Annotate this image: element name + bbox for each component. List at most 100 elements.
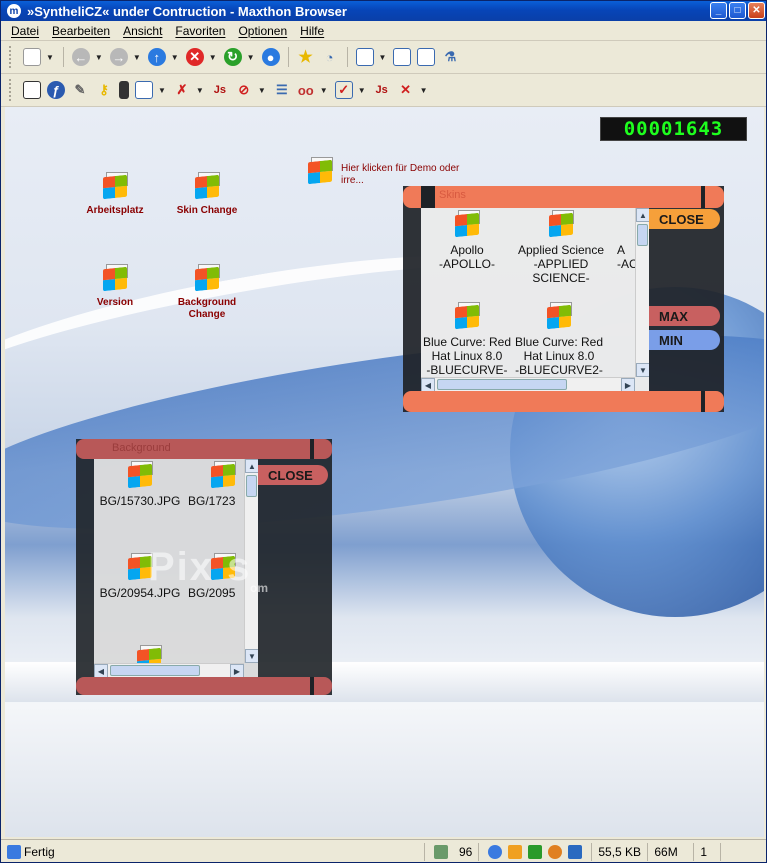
menu-datei[interactable]: Datei — [11, 24, 39, 38]
windows-logo-icon — [308, 159, 332, 185]
javascript-icon[interactable]: Js — [211, 81, 229, 99]
ad-hunter-icon[interactable] — [528, 844, 543, 859]
forward-icon[interactable]: → — [109, 48, 128, 66]
cookie-icon[interactable]: oo — [297, 81, 315, 99]
menu-favoriten[interactable]: Favoriten — [175, 24, 225, 38]
layout-dropdown-icon[interactable]: ▼ — [379, 53, 387, 62]
windows-logo-icon — [455, 212, 479, 238]
check-dropdown-icon[interactable]: ▼ — [358, 86, 366, 95]
page-size: 55,5 KB — [591, 842, 647, 861]
proxy-icon[interactable] — [568, 844, 583, 859]
bg-item[interactable]: BG/1723 — [188, 461, 248, 508]
skins-min-button[interactable]: MIN — [649, 330, 720, 350]
skin-item-apollo[interactable]: Apollo -APOLLO- — [423, 210, 511, 271]
skin-item-bluecurve2[interactable]: Blue Curve: Red Hat Linux 8.0 -BLUECURVE… — [513, 302, 605, 377]
activex-icon[interactable]: ✕ — [397, 81, 415, 99]
skins-max-button[interactable]: MAX — [649, 306, 720, 326]
check-icon[interactable]: ✓ — [334, 81, 353, 99]
status-tools — [478, 842, 591, 861]
list-icon[interactable]: ☰ — [273, 81, 291, 99]
back-icon[interactable]: ← — [71, 48, 90, 66]
menu-ansicht[interactable]: Ansicht — [123, 24, 162, 38]
scroll-left-icon[interactable]: ◀ — [421, 378, 435, 391]
skins-window: Skins Apollo -APOLLO- Applied Science -A… — [403, 186, 724, 412]
skin-item-applied-science[interactable]: Applied Science -APPLIED SCIENCE- — [513, 210, 609, 285]
popup-filter-icon[interactable] — [508, 844, 523, 859]
sync-icon[interactable] — [488, 844, 503, 859]
title-bar[interactable]: m »SyntheliCZ« under Contruction - Maxth… — [1, 1, 766, 21]
up-dropdown-icon[interactable]: ▼ — [171, 53, 179, 62]
menu-bearbeiten[interactable]: Bearbeiten — [52, 24, 110, 38]
refresh-icon[interactable]: ↻ — [223, 48, 242, 66]
desktop-icon-arbeitsplatz[interactable]: Arbeitsplatz — [80, 172, 150, 217]
desktop-icon-skin-change[interactable]: Skin Change — [172, 172, 242, 217]
scroll-down-icon[interactable]: ▼ — [636, 363, 649, 377]
home-icon[interactable]: ● — [261, 48, 280, 66]
close-button[interactable]: ✕ — [748, 2, 765, 19]
refresh-dropdown-icon[interactable]: ▼ — [247, 53, 255, 62]
toolbar-grip[interactable] — [9, 79, 12, 101]
key-icon[interactable]: ⚷ — [95, 81, 113, 99]
back-dropdown-icon[interactable]: ▼ — [95, 53, 103, 62]
new-dropdown-icon[interactable]: ▼ — [46, 53, 54, 62]
javascript-toggle-icon[interactable]: Js — [373, 81, 391, 99]
skin-item-bluecurve[interactable]: Blue Curve: Red Hat Linux 8.0 -BLUECURVE… — [421, 302, 513, 377]
skins-vertical-scrollbar[interactable]: ▲ ▼ — [635, 208, 649, 377]
block-image-icon[interactable]: ✗ — [173, 81, 191, 99]
popup-block-icon[interactable]: ⊘ — [235, 81, 253, 99]
windows-logo-icon — [549, 212, 573, 238]
demo-link[interactable]: Hier klicken für Demo oder irre... — [305, 157, 466, 187]
up-icon[interactable]: ↑ — [147, 48, 166, 66]
flash-icon[interactable]: ƒ — [47, 81, 65, 99]
scroll-right-icon[interactable]: ▶ — [621, 378, 635, 391]
popup-dropdown-icon[interactable]: ▼ — [258, 86, 266, 95]
calendar-icon[interactable] — [135, 81, 153, 99]
scroll-up-icon[interactable]: ▲ — [636, 208, 649, 222]
bg-item[interactable]: BG/15730.JPG — [98, 461, 182, 508]
history-icon[interactable]: ◔ — [321, 48, 339, 66]
scroll-left-icon[interactable]: ◀ — [94, 664, 108, 677]
calendar-dropdown-icon[interactable]: ▼ — [158, 86, 166, 95]
tools-icon[interactable]: ⚗ — [441, 48, 459, 66]
favorites-star-icon[interactable]: ★ — [297, 48, 315, 66]
popup-counter[interactable]: 96 — [424, 842, 478, 861]
layout-icon[interactable] — [355, 48, 374, 66]
windows-logo-icon — [128, 463, 152, 489]
activex-dropdown-icon[interactable]: ▼ — [420, 86, 428, 95]
maxthon-icon: m — [7, 4, 21, 18]
background-close-button[interactable]: CLOSE — [258, 465, 328, 485]
skins-horizontal-scrollbar[interactable]: ◀ ▶ — [421, 377, 635, 391]
menu-optionen[interactable]: Optionen — [238, 24, 287, 38]
minimize-button[interactable]: _ — [710, 2, 727, 19]
page-content: 00001643 Arbeitsplatz Skin Change Versio… — [5, 107, 764, 837]
desktop-icon-version[interactable]: Version — [80, 264, 150, 309]
menu-hilfe[interactable]: Hilfe — [300, 24, 324, 38]
cookie-dropdown-icon[interactable]: ▼ — [320, 86, 328, 95]
screen-icon[interactable] — [23, 81, 41, 99]
forward-dropdown-icon[interactable]: ▼ — [133, 53, 141, 62]
page-status-icon — [7, 844, 21, 859]
watermark-logo: Pix s — [148, 545, 252, 589]
scroll-up-icon[interactable]: ▲ — [245, 459, 258, 473]
fullscreen-icon[interactable] — [393, 48, 412, 66]
skins-close-button[interactable]: CLOSE — [649, 209, 720, 229]
scroll-right-icon[interactable]: ▶ — [230, 664, 244, 677]
desktop-icon-background-change[interactable]: Background Change — [172, 264, 242, 321]
notepad-icon[interactable] — [119, 81, 129, 99]
icon-label: Skin Change — [176, 205, 238, 216]
new-page-icon[interactable] — [23, 48, 41, 66]
scroll-down-icon[interactable]: ▼ — [245, 649, 258, 663]
block-dropdown-icon[interactable]: ▼ — [196, 86, 204, 95]
toolbar-grip[interactable] — [9, 46, 12, 68]
split-view-icon[interactable] — [417, 48, 436, 66]
tab-count: 1 — [693, 842, 722, 861]
pen-icon[interactable]: ✎ — [71, 81, 89, 99]
status-bar: Fertig 96 55,5 KB 66M 1 — [1, 839, 766, 862]
background-horizontal-scrollbar[interactable]: ◀ ▶ — [94, 663, 244, 677]
stop-icon[interactable]: ✕ — [185, 48, 204, 66]
skins-list: Apollo -APOLLO- Applied Science -APPLIED… — [421, 208, 649, 391]
maximize-button[interactable]: □ — [729, 2, 746, 19]
plugin-gear-icon[interactable] — [548, 844, 563, 859]
stop-dropdown-icon[interactable]: ▼ — [209, 53, 217, 62]
background-title: Background — [112, 442, 171, 454]
